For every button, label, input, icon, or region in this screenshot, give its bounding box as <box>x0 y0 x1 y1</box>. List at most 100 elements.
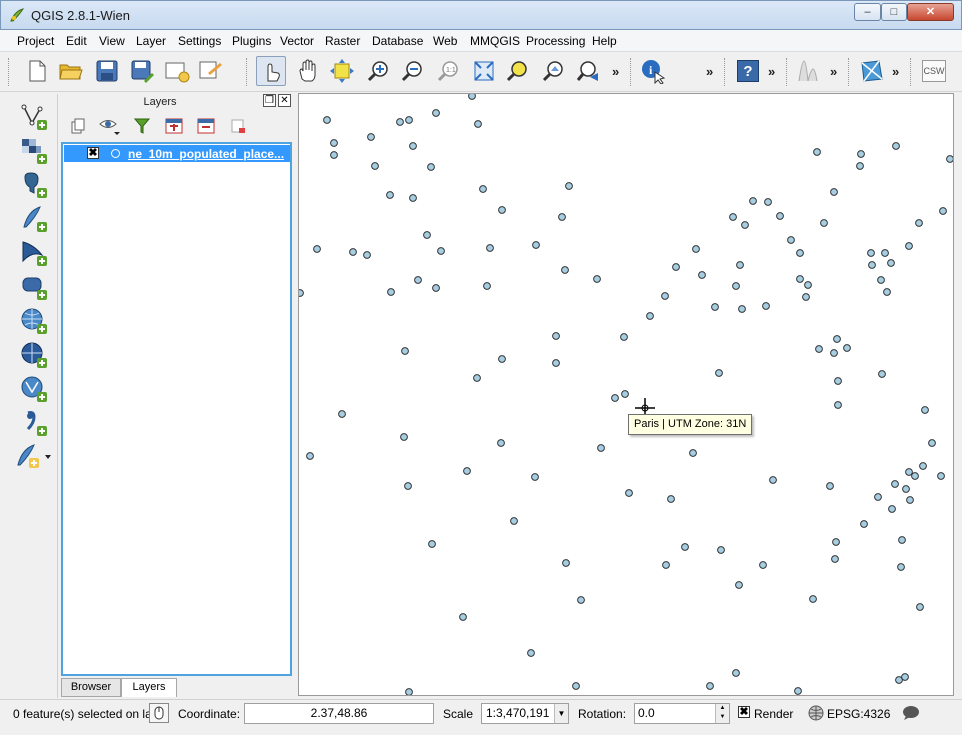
toolbar-handle[interactable] <box>8 58 10 86</box>
populated-place-point[interactable] <box>794 687 802 695</box>
toolbar-handle[interactable] <box>848 58 850 86</box>
populated-place-point[interactable] <box>857 150 865 158</box>
menu-mmqgis[interactable]: MMQGIS <box>470 34 520 48</box>
populated-place-point[interactable] <box>843 344 851 352</box>
new-print-composer-icon[interactable] <box>162 56 192 86</box>
map-canvas[interactable]: Paris | UTM Zone: 31N <box>298 93 954 696</box>
populated-place-point[interactable] <box>552 359 560 367</box>
populated-place-point[interactable] <box>459 613 467 621</box>
maximize-button[interactable]: □ <box>881 3 907 21</box>
populated-place-point[interactable] <box>552 332 560 340</box>
populated-place-point[interactable] <box>414 276 422 284</box>
populated-place-point[interactable] <box>597 444 605 452</box>
populated-place-point[interactable] <box>692 245 700 253</box>
add-wfs-layer-icon[interactable] <box>18 374 50 404</box>
panel-close-button[interactable]: ✕ <box>278 94 291 107</box>
populated-place-point[interactable] <box>715 369 723 377</box>
menu-raster[interactable]: Raster <box>325 34 360 48</box>
populated-place-point[interactable] <box>946 155 954 163</box>
populated-place-point[interactable] <box>769 476 777 484</box>
populated-place-point[interactable] <box>856 162 864 170</box>
populated-place-point[interactable] <box>911 472 919 480</box>
populated-place-point[interactable] <box>738 305 746 313</box>
populated-place-point[interactable] <box>527 649 535 657</box>
menu-vector[interactable]: Vector <box>280 34 314 48</box>
populated-place-point[interactable] <box>764 198 772 206</box>
csw-client-button[interactable]: CSW <box>919 56 949 86</box>
populated-place-point[interactable] <box>776 212 784 220</box>
populated-place-point[interactable] <box>860 520 868 528</box>
populated-place-point[interactable] <box>432 109 440 117</box>
populated-place-point[interactable] <box>735 581 743 589</box>
populated-place-point[interactable] <box>815 345 823 353</box>
populated-place-point[interactable] <box>787 236 795 244</box>
populated-place-point[interactable] <box>498 355 506 363</box>
add-wms-layer-icon[interactable] <box>18 306 50 336</box>
populated-place-point[interactable] <box>883 288 891 296</box>
save-project-icon[interactable] <box>92 56 122 86</box>
populated-place-point[interactable] <box>561 266 569 274</box>
populated-place-point[interactable] <box>915 219 923 227</box>
messages-icon[interactable] <box>902 705 920 721</box>
panel-float-button[interactable]: ❐ <box>263 94 276 107</box>
identify-features-icon[interactable]: i <box>638 56 668 86</box>
add-mssql-layer-icon[interactable] <box>18 238 50 268</box>
populated-place-point[interactable] <box>625 489 633 497</box>
populated-place-point[interactable] <box>891 480 899 488</box>
populated-place-point[interactable] <box>729 213 737 221</box>
manage-visibility-icon[interactable] <box>98 114 122 138</box>
zoom-full-icon[interactable] <box>469 56 499 86</box>
populated-place-point[interactable] <box>428 540 436 548</box>
populated-place-point[interactable] <box>404 482 412 490</box>
layers-tree[interactable]: ✖ ne_10m_populated_place... <box>61 142 292 676</box>
populated-place-point[interactable] <box>367 133 375 141</box>
populated-place-point[interactable] <box>621 390 629 398</box>
expand-all-icon[interactable] <box>162 114 186 138</box>
populated-place-point[interactable] <box>905 242 913 250</box>
populated-place-point[interactable] <box>868 261 876 269</box>
populated-place-point[interactable] <box>577 596 585 604</box>
populated-place-point[interactable] <box>562 559 570 567</box>
populated-place-point[interactable] <box>306 452 314 460</box>
toolbar-handle[interactable] <box>724 58 726 86</box>
populated-place-point[interactable] <box>299 289 304 297</box>
populated-place-point[interactable] <box>874 493 882 501</box>
populated-place-point[interactable] <box>401 347 409 355</box>
populated-place-point[interactable] <box>706 682 714 690</box>
populated-place-point[interactable] <box>878 370 886 378</box>
populated-place-point[interactable] <box>826 482 834 490</box>
populated-place-point[interactable] <box>717 546 725 554</box>
render-checkbox[interactable]: ✖ <box>738 706 750 718</box>
populated-place-point[interactable] <box>672 263 680 271</box>
populated-place-point[interactable] <box>741 221 749 229</box>
populated-place-point[interactable] <box>483 282 491 290</box>
populated-place-point[interactable] <box>881 249 889 257</box>
populated-place-point[interactable] <box>423 231 431 239</box>
populated-place-point[interactable] <box>479 185 487 193</box>
populated-place-point[interactable] <box>611 394 619 402</box>
spin-arrows-icon[interactable]: ▲ ▼ <box>715 704 729 723</box>
add-spatialite-layer-icon[interactable] <box>18 204 50 234</box>
toolbar-overflow-5[interactable]: » <box>892 64 899 79</box>
layer-name[interactable]: ne_10m_populated_place... <box>128 147 284 161</box>
populated-place-point[interactable] <box>831 555 839 563</box>
composer-manager-icon[interactable] <box>196 56 226 86</box>
populated-place-point[interactable] <box>732 669 740 677</box>
populated-place-point[interactable] <box>830 349 838 357</box>
populated-place-point[interactable] <box>887 259 895 267</box>
toolbar-handle[interactable] <box>246 58 248 86</box>
populated-place-point[interactable] <box>468 94 476 100</box>
populated-place-point[interactable] <box>939 207 947 215</box>
populated-place-point[interactable] <box>898 536 906 544</box>
populated-place-point[interactable] <box>921 406 929 414</box>
toolbar-overflow-3[interactable]: » <box>768 64 775 79</box>
histogram-icon[interactable] <box>794 56 824 86</box>
tab-layers[interactable]: Layers <box>121 678 177 697</box>
zoom-last-icon[interactable] <box>573 56 603 86</box>
populated-place-point[interactable] <box>323 116 331 124</box>
populated-place-point[interactable] <box>906 496 914 504</box>
populated-place-point[interactable] <box>877 276 885 284</box>
populated-place-point[interactable] <box>901 673 909 681</box>
add-delimited-text-layer-icon[interactable] <box>18 408 50 438</box>
menu-plugins[interactable]: Plugins <box>232 34 271 48</box>
